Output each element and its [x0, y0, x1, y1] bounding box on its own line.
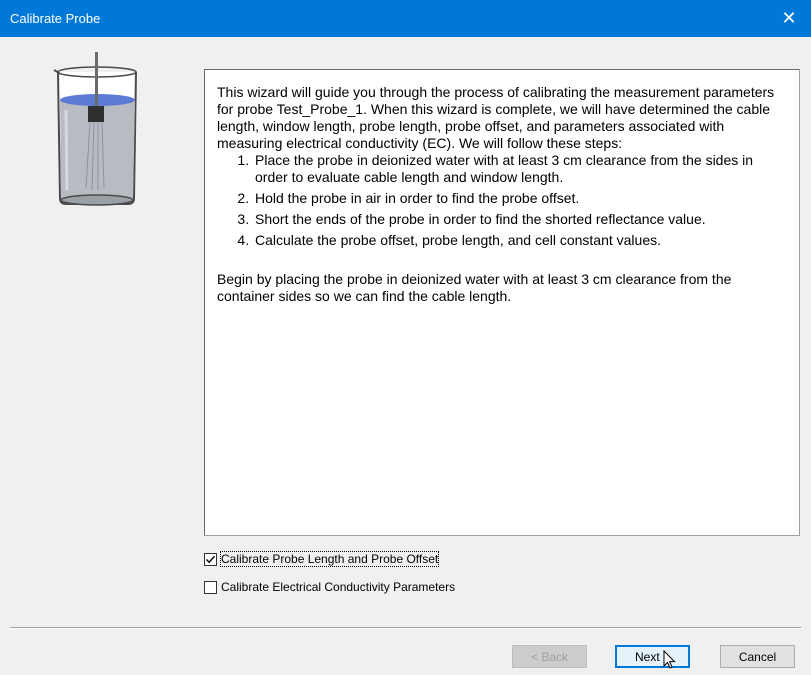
checkbox-box[interactable]	[204, 552, 217, 566]
title-bar: Calibrate Probe ✕	[0, 0, 811, 37]
checkmark-icon	[206, 555, 216, 563]
checkbox-box[interactable]	[204, 580, 217, 594]
list-item: Calculate the probe offset, probe length…	[253, 232, 785, 249]
back-button-label: < Back	[530, 649, 569, 664]
cancel-button-label: Cancel	[738, 649, 777, 664]
steps-list: Place the probe in deionized water with …	[217, 152, 785, 249]
checkbox-label[interactable]: Calibrate Probe Length and Probe Offset	[219, 551, 440, 567]
calibrate-ec-checkbox[interactable]: Calibrate Electrical Conductivity Parame…	[204, 580, 455, 594]
calibrate-probe-length-checkbox[interactable]: Calibrate Probe Length and Probe Offset	[204, 551, 440, 567]
beaker-with-probe-illustration	[53, 52, 137, 206]
back-button[interactable]: < Back	[512, 645, 587, 668]
intro-paragraph: This wizard will guide you through the p…	[217, 84, 775, 151]
next-button-label: Next >	[634, 649, 670, 664]
cancel-button[interactable]: Cancel	[720, 645, 795, 668]
list-item: Hold the probe in air in order to find t…	[253, 190, 785, 207]
next-button[interactable]: Next >	[615, 645, 690, 668]
window-title: Calibrate Probe	[10, 11, 101, 26]
close-button[interactable]: ✕	[767, 0, 811, 37]
instructions-panel: This wizard will guide you through the p…	[204, 69, 800, 536]
close-icon: ✕	[781, 8, 797, 28]
closing-paragraph: Begin by placing the probe in deionized …	[217, 271, 732, 304]
divider	[10, 627, 801, 629]
checkbox-label[interactable]: Calibrate Electrical Conductivity Parame…	[221, 580, 455, 594]
list-item: Short the ends of the probe in order to …	[253, 211, 785, 228]
list-item: Place the probe in deionized water with …	[253, 152, 785, 186]
